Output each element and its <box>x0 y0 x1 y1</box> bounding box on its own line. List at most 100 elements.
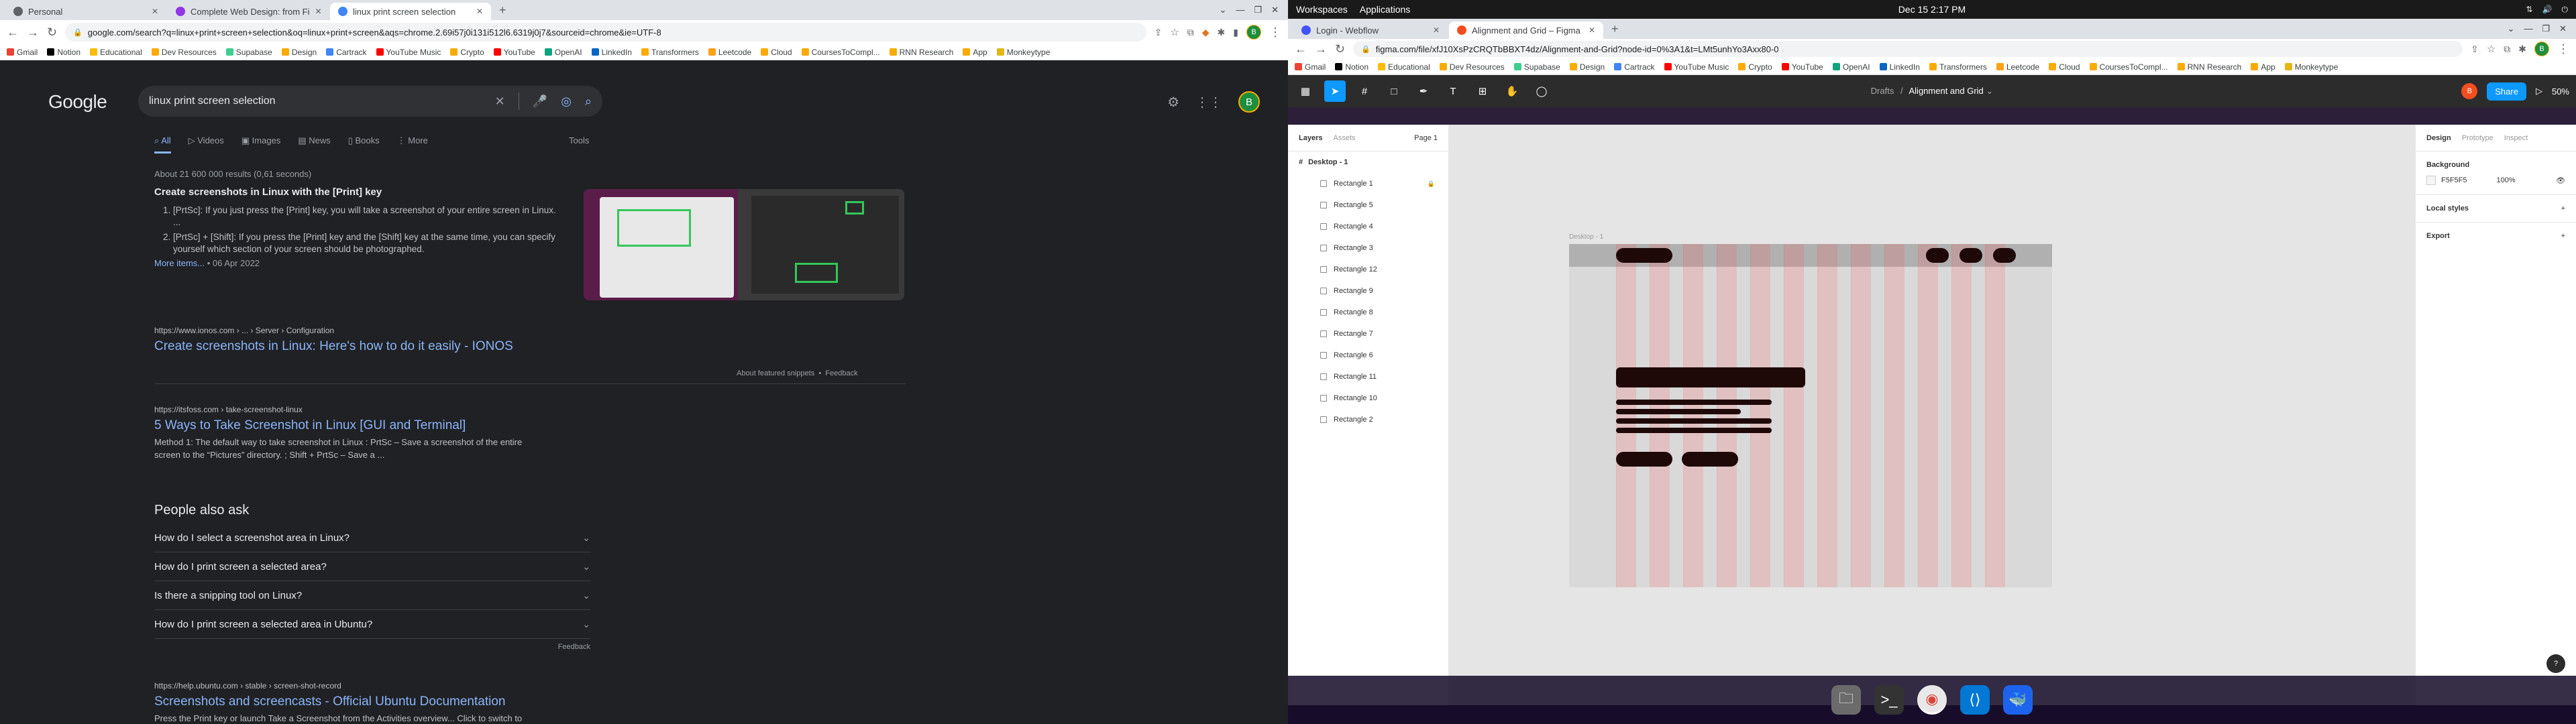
network-icon[interactable]: ⇅ <box>2526 5 2532 15</box>
tab-all[interactable]: ⌕ All <box>154 135 171 154</box>
star-icon[interactable]: ☆ <box>1170 26 1179 38</box>
tab-books[interactable]: ▯ Books <box>348 135 380 154</box>
menu-dots-icon[interactable]: ⋮ <box>1269 25 1281 40</box>
about-snippets-link[interactable]: About featured snippets <box>737 369 814 377</box>
bookmark-educational[interactable]: Educational <box>90 48 142 57</box>
chevron-down-icon[interactable]: ⌄ <box>2508 23 2515 34</box>
layer-item[interactable]: Rectangle 9 <box>1288 280 1448 302</box>
bookmark-cartrack[interactable]: Cartrack <box>326 48 367 57</box>
bookmark-coursestocompl-[interactable]: CoursesToCompl... <box>801 48 880 57</box>
text-line-rect[interactable] <box>1616 428 1772 433</box>
paa-question[interactable]: How do I select a screenshot area in Lin… <box>154 524 590 552</box>
text-line-rect[interactable] <box>1616 400 1772 405</box>
tab-google-search[interactable]: linux print screen selection ✕ <box>330 3 491 20</box>
result-title-link[interactable]: 5 Ways to Take Screenshot in Linux [GUI … <box>154 418 590 433</box>
bookmark-cloud[interactable]: Cloud <box>2049 62 2080 72</box>
logo-rect[interactable] <box>1616 248 1672 263</box>
bookmark-gmail[interactable]: Gmail <box>1295 62 1326 72</box>
bookmark-youtube-music[interactable]: YouTube Music <box>1664 62 1729 72</box>
menu-dots-icon[interactable]: ⋮ <box>2557 42 2569 56</box>
search-box[interactable]: linux print screen selection ✕ 🎤 ◎ ⌕ <box>138 86 602 117</box>
more-items-link[interactable]: More items... <box>154 258 205 268</box>
tab-layers[interactable]: Layers <box>1299 134 1322 142</box>
tab-images[interactable]: ▣ Images <box>241 135 281 154</box>
close-window-icon[interactable]: ✕ <box>2559 23 2567 34</box>
paa-feedback[interactable]: Feedback <box>154 643 590 651</box>
bg-opacity-input[interactable]: 100% <box>2497 176 2516 184</box>
nav-rect[interactable] <box>1926 248 1949 263</box>
button-rect[interactable] <box>1682 452 1738 467</box>
help-icon[interactable]: ? <box>2546 654 2565 673</box>
bookmark-supabase[interactable]: Supabase <box>225 48 272 57</box>
bookmark-youtube[interactable]: YouTube <box>1781 62 1823 72</box>
figma-menu-icon[interactable]: ▦ <box>1295 80 1316 102</box>
workspaces-button[interactable]: Workspaces <box>1296 4 1348 15</box>
color-swatch[interactable] <box>2426 176 2436 185</box>
google-logo[interactable]: Google <box>48 91 107 113</box>
close-icon[interactable]: ✕ <box>1589 25 1595 35</box>
layer-item[interactable]: Rectangle 1 🔒 <box>1288 173 1448 194</box>
reload-icon[interactable]: ↻ <box>47 25 57 40</box>
close-window-icon[interactable]: ✕ <box>1271 5 1279 15</box>
bookmark-app[interactable]: App <box>2251 62 2275 72</box>
star-icon[interactable]: ☆ <box>2487 43 2496 55</box>
bookmark-rnn-research[interactable]: RNN Research <box>889 48 953 57</box>
bookmark-dev-resources[interactable]: Dev Resources <box>1439 62 1505 72</box>
bookmark-leetcode[interactable]: Leetcode <box>708 48 751 57</box>
settings-gear-icon[interactable]: ⚙ <box>1167 94 1179 111</box>
paa-question[interactable]: Is there a snipping tool on Linux? ⌄ <box>154 581 590 610</box>
bookmark-crypto[interactable]: Crypto <box>450 48 484 57</box>
maximize-icon[interactable]: ❐ <box>1254 5 1262 15</box>
eye-icon[interactable]: 👁 <box>2556 176 2565 185</box>
add-icon[interactable]: + <box>2561 232 2565 240</box>
terminal-icon[interactable]: >_ <box>1874 685 1904 715</box>
tab-web-design[interactable]: Complete Web Design: from Fi ✕ <box>168 3 329 20</box>
text-line-rect[interactable] <box>1616 409 1741 414</box>
tab-webflow[interactable]: Login - Webflow ✕ <box>1293 21 1448 39</box>
frame-tool-icon[interactable]: # <box>1354 80 1375 102</box>
bookmark-notion[interactable]: Notion <box>1335 62 1368 72</box>
tab-prototype[interactable]: Prototype <box>2462 134 2493 142</box>
forward-icon[interactable]: → <box>1315 42 1327 56</box>
layer-item[interactable]: Rectangle 6 <box>1288 345 1448 366</box>
comment-tool-icon[interactable]: ◯ <box>1531 80 1552 102</box>
nav-rect[interactable] <box>1960 248 1982 263</box>
bookmark-openai[interactable]: OpenAI <box>1832 62 1870 72</box>
breadcrumb-drafts[interactable]: Drafts <box>1871 86 1894 96</box>
tab-personal[interactable]: Personal ✕ <box>5 3 166 20</box>
close-icon[interactable]: ✕ <box>1433 25 1440 35</box>
applications-button[interactable]: Applications <box>1360 4 1411 15</box>
metamask-icon[interactable]: ◆ <box>1202 27 1210 38</box>
bookmark-transformers[interactable]: Transformers <box>641 48 699 57</box>
paa-question[interactable]: How do I print screen a selected area in… <box>154 610 590 639</box>
profile-avatar[interactable]: B <box>2534 42 2549 56</box>
bookmark-leetcode[interactable]: Leetcode <box>1996 62 2039 72</box>
featured-image[interactable] <box>584 189 904 300</box>
resources-icon[interactable]: ⊞ <box>1472 80 1493 102</box>
bookmark-gmail[interactable]: Gmail <box>7 48 38 57</box>
close-icon[interactable]: ✕ <box>315 7 322 16</box>
move-tool-icon[interactable]: ➤ <box>1324 80 1346 102</box>
address-bar[interactable]: 🔒 google.com/search?q=linux+print+screen+… <box>65 23 1146 42</box>
extension-icon[interactable]: ⧉ <box>2504 44 2510 55</box>
share-button[interactable]: Share <box>2487 82 2526 101</box>
search-input[interactable]: linux print screen selection <box>149 95 276 107</box>
tab-inspect[interactable]: Inspect <box>2504 134 2528 142</box>
layer-item[interactable]: Rectangle 2 <box>1288 409 1448 430</box>
add-icon[interactable]: + <box>2561 204 2565 213</box>
nav-rect[interactable] <box>1993 248 2016 263</box>
bookmark-design[interactable]: Design <box>1569 62 1605 72</box>
hand-tool-icon[interactable]: ✋ <box>1501 80 1523 102</box>
layer-item[interactable]: Rectangle 12 <box>1288 259 1448 280</box>
button-rect[interactable] <box>1616 452 1672 467</box>
bookmark-cartrack[interactable]: Cartrack <box>1614 62 1655 72</box>
pen-tool-icon[interactable]: ✒ <box>1413 80 1434 102</box>
bookmark-youtube-music[interactable]: YouTube Music <box>376 48 441 57</box>
bookmark-dev-resources[interactable]: Dev Resources <box>151 48 217 57</box>
bookmark-openai[interactable]: OpenAI <box>544 48 582 57</box>
volume-icon[interactable]: 🔊 <box>2542 5 2553 15</box>
layer-item[interactable]: Rectangle 10 <box>1288 387 1448 409</box>
reload-icon[interactable]: ↻ <box>1335 42 1345 56</box>
new-tab-button[interactable]: + <box>1605 22 1625 39</box>
share-icon[interactable]: ⇪ <box>2471 44 2479 55</box>
